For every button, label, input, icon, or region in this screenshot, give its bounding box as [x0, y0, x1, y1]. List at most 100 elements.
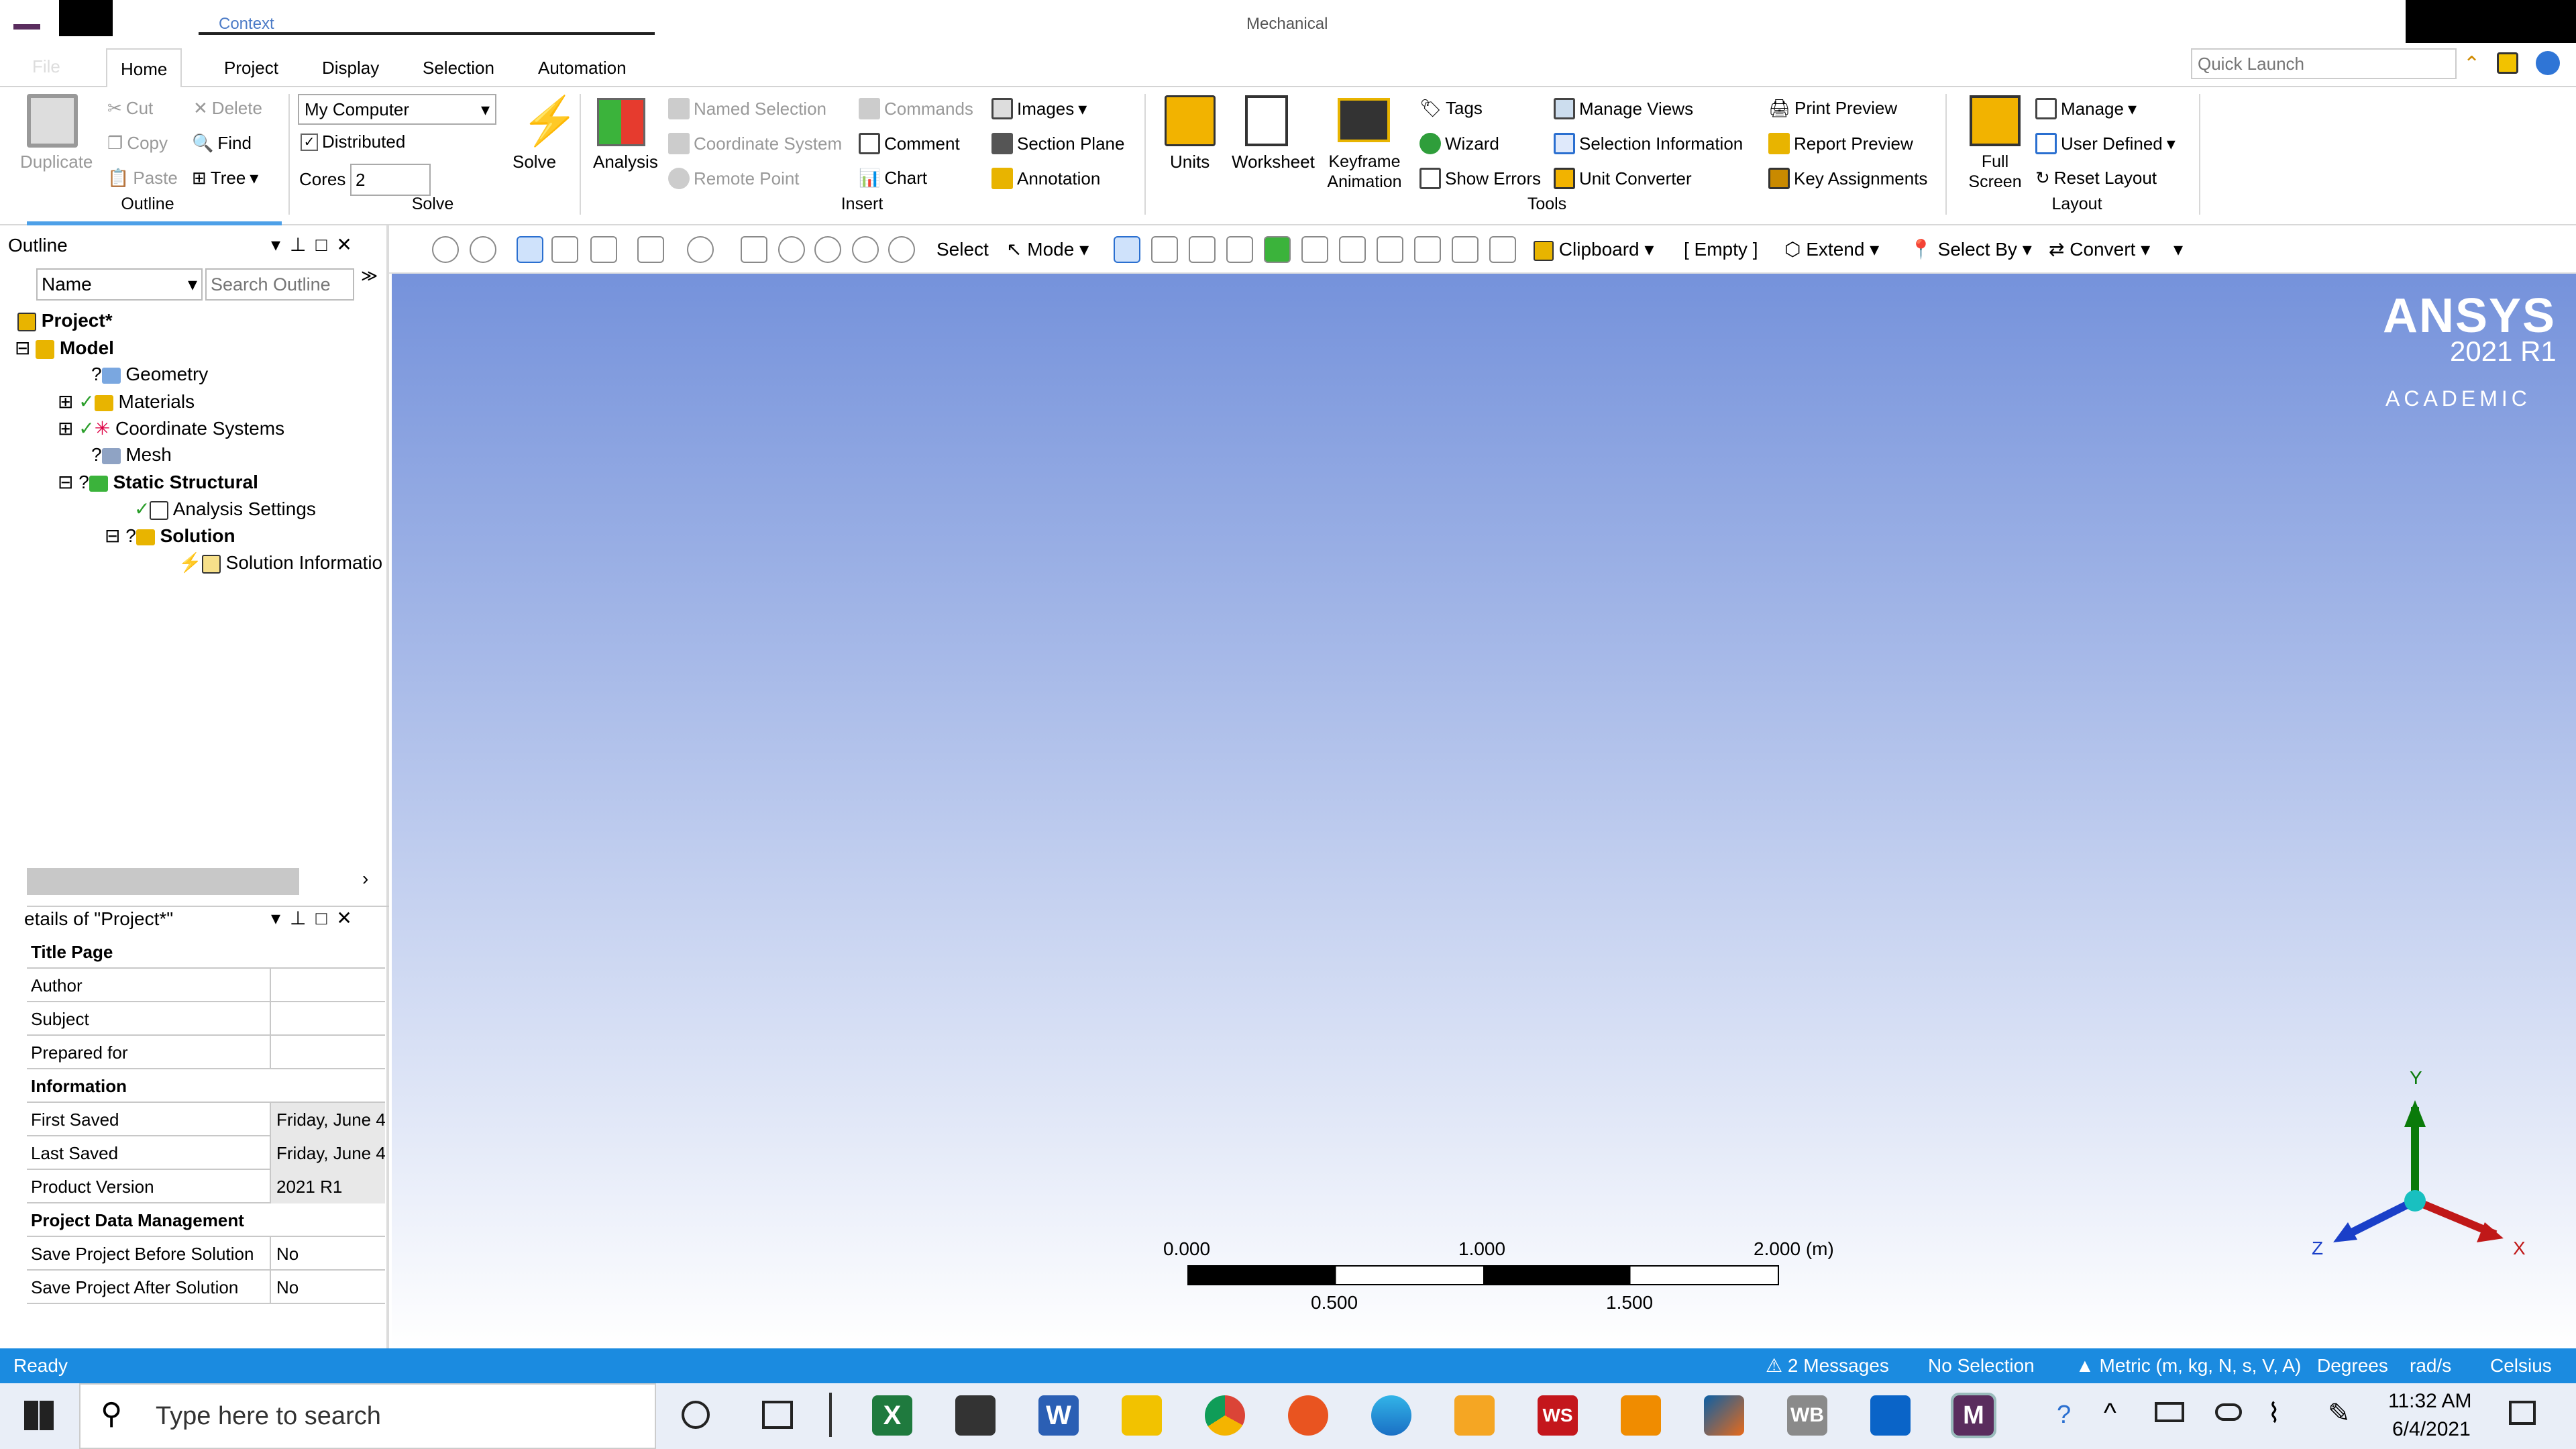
details-value[interactable]: 2021 R1 — [270, 1170, 385, 1203]
details-panel-controls[interactable]: ▾⊥□✕ — [271, 907, 362, 929]
zoom-icon[interactable] — [778, 236, 805, 263]
select-by-button[interactable]: 📍 Select By ▾ — [1909, 236, 2032, 263]
worksheet-button[interactable]: Worksheet — [1232, 152, 1315, 172]
pen-icon[interactable]: ✎ — [2328, 1398, 2351, 1429]
reset-layout-button[interactable]: ↻ Reset Layout — [2035, 168, 2157, 189]
temperature-unit-button[interactable]: Celsius — [2490, 1348, 2552, 1383]
details-row[interactable]: Prepared for — [27, 1036, 385, 1069]
solver-select[interactable]: My Computer ▾ — [298, 94, 496, 125]
magnifier-icon[interactable] — [888, 236, 915, 263]
tree-item-mesh[interactable]: ? Mesh — [91, 444, 172, 466]
fusion-icon[interactable] — [1454, 1395, 1495, 1436]
unit-converter-button[interactable]: Unit Converter — [1554, 168, 1692, 189]
coordinate-system-button[interactable]: Coordinate System — [668, 133, 842, 154]
comment-button[interactable]: Comment — [859, 133, 960, 154]
angular-velocity-unit-button[interactable]: rad/s — [2410, 1348, 2451, 1383]
details-value[interactable]: No — [270, 1271, 385, 1304]
solve-button[interactable]: Solve — [513, 152, 556, 172]
tree-item-model[interactable]: ⊟ Model — [15, 337, 114, 359]
tree-item-static-structural[interactable]: ⊟ ? Static Structural — [58, 471, 258, 493]
duplicate-button[interactable]: Duplicate — [20, 152, 93, 172]
cut-button[interactable]: ✂ Cut — [107, 98, 153, 119]
section-plane-button[interactable]: Section Plane — [991, 133, 1124, 154]
help-tray-icon[interactable]: ? — [2057, 1401, 2071, 1430]
tab-home[interactable]: Home — [106, 48, 182, 87]
details-value[interactable] — [270, 1002, 385, 1036]
distributed-checkbox[interactable]: ✓ Distributed — [301, 131, 405, 152]
tree-item-geometry[interactable]: ? Geometry — [91, 364, 208, 385]
select-element-icon[interactable] — [1339, 236, 1366, 263]
select-body-icon[interactable] — [1226, 236, 1253, 263]
solidworks-icon[interactable]: WS — [1538, 1395, 1578, 1436]
toolbar-overflow-icon[interactable]: ▾ — [2174, 236, 2183, 263]
pan-icon[interactable] — [741, 236, 767, 263]
expand-search-icon[interactable]: ≫ — [361, 268, 378, 284]
details-value[interactable]: Friday, June 4... — [270, 1136, 385, 1170]
edge-icon[interactable] — [1371, 1395, 1411, 1436]
triad-axes[interactable]: Y X Z — [2308, 1067, 2536, 1261]
name-filter-select[interactable]: Name ▾ — [36, 268, 203, 301]
rotate-icon[interactable] — [687, 236, 714, 263]
tree-item-solution-information[interactable]: ⚡ Solution Informatio — [178, 551, 386, 574]
select-element-face-icon[interactable] — [1301, 236, 1328, 263]
workbench-icon[interactable]: WB — [1787, 1395, 1827, 1436]
clipboard-button[interactable]: Clipboard ▾ — [1534, 236, 1654, 263]
task-view-icon[interactable] — [762, 1401, 793, 1429]
details-row[interactable]: Last Saved Friday, June 4... — [27, 1136, 385, 1170]
search-outline-input[interactable] — [205, 268, 354, 301]
paste-button[interactable]: 📋 Paste — [107, 168, 178, 189]
ribbon-options-icon[interactable] — [2497, 52, 2518, 74]
images-button[interactable]: Images ▾ — [991, 98, 1087, 119]
select-mode-button[interactable]: ↖ Mode ▾ — [1006, 236, 1089, 263]
panel-controls[interactable]: ▾⊥□✕ — [271, 233, 362, 256]
tab-display[interactable]: Display — [309, 48, 392, 87]
tab-selection[interactable]: Selection — [409, 48, 508, 87]
zoom-in-icon[interactable] — [470, 236, 496, 263]
details-row[interactable]: Author — [27, 969, 385, 1002]
cores-input[interactable] — [350, 164, 431, 196]
keyframe-animation-button[interactable]: Keyframe Animation — [1326, 152, 1403, 192]
look-at-icon[interactable] — [637, 236, 664, 263]
key-assignments-button[interactable]: Key Assignments — [1768, 168, 1927, 189]
details-row[interactable]: Save Project Before Solution No — [27, 1237, 385, 1271]
details-row[interactable]: First Saved Friday, June 4... — [27, 1103, 385, 1136]
remote-point-button[interactable]: Remote Point — [668, 168, 800, 189]
graphics-viewport[interactable] — [392, 274, 2576, 1348]
delete-button[interactable]: ✕ Delete — [193, 98, 262, 119]
find-button[interactable]: 🔍 Find — [192, 133, 252, 154]
angle-unit-button[interactable]: Degrees — [2317, 1348, 2388, 1383]
tree-button[interactable]: ⊞ Tree ▾ — [192, 168, 258, 189]
box-zoom-icon[interactable] — [814, 236, 841, 263]
tree-item-analysis-settings[interactable]: ✓ Analysis Settings — [134, 498, 316, 520]
wireframe-view-icon[interactable] — [551, 236, 578, 263]
matlab-icon[interactable] — [1704, 1395, 1744, 1436]
copy-button[interactable]: ❐ Copy — [107, 133, 168, 154]
manage-views-button[interactable]: Manage Views — [1554, 98, 1693, 119]
details-row[interactable]: Product Version 2021 R1 — [27, 1170, 385, 1203]
clock-date[interactable]: 6/4/2021 — [2392, 1418, 2471, 1441]
extend-button[interactable]: ⬡ Extend ▾ — [1784, 236, 1879, 263]
wizard-button[interactable]: Wizard — [1419, 133, 1499, 154]
collapse-ribbon-icon[interactable]: ⌃ — [2463, 52, 2480, 76]
convert-button[interactable]: ⇄ Convert ▾ — [2049, 236, 2150, 263]
app-icon[interactable] — [13, 24, 40, 30]
chevron-up-icon[interactable]: ^ — [2104, 1398, 2116, 1428]
unit-system-button[interactable]: ▲ Metric (m, kg, N, s, V, A) — [2076, 1348, 2301, 1383]
excel-icon[interactable]: X — [872, 1395, 912, 1436]
manage-button[interactable]: Manage ▾ — [2035, 98, 2137, 119]
tree-item-coordinate-systems[interactable]: ⊞ ✓✳ Coordinate Systems — [58, 417, 284, 439]
chart-button[interactable]: 📊 Chart — [859, 168, 927, 189]
tab-file[interactable]: File — [32, 56, 60, 77]
shaded-view-icon[interactable] — [517, 236, 543, 263]
cortana-icon[interactable] — [682, 1401, 710, 1429]
tree-item-project[interactable]: Project* — [17, 310, 113, 331]
details-value[interactable]: Friday, June 4... — [270, 1103, 385, 1136]
onedrive-icon[interactable] — [2215, 1403, 2242, 1421]
tree-item-materials[interactable]: ⊞ ✓ Materials — [58, 390, 195, 413]
full-screen-button[interactable]: Full Screen — [1963, 152, 2027, 192]
select-edge-icon[interactable] — [1151, 236, 1178, 263]
mechanical-icon[interactable]: M — [1951, 1393, 1996, 1438]
zoom-to-fit-icon[interactable] — [852, 236, 879, 263]
triad-origin[interactable] — [2404, 1190, 2426, 1212]
quick-access-toolbar[interactable] — [59, 0, 113, 36]
